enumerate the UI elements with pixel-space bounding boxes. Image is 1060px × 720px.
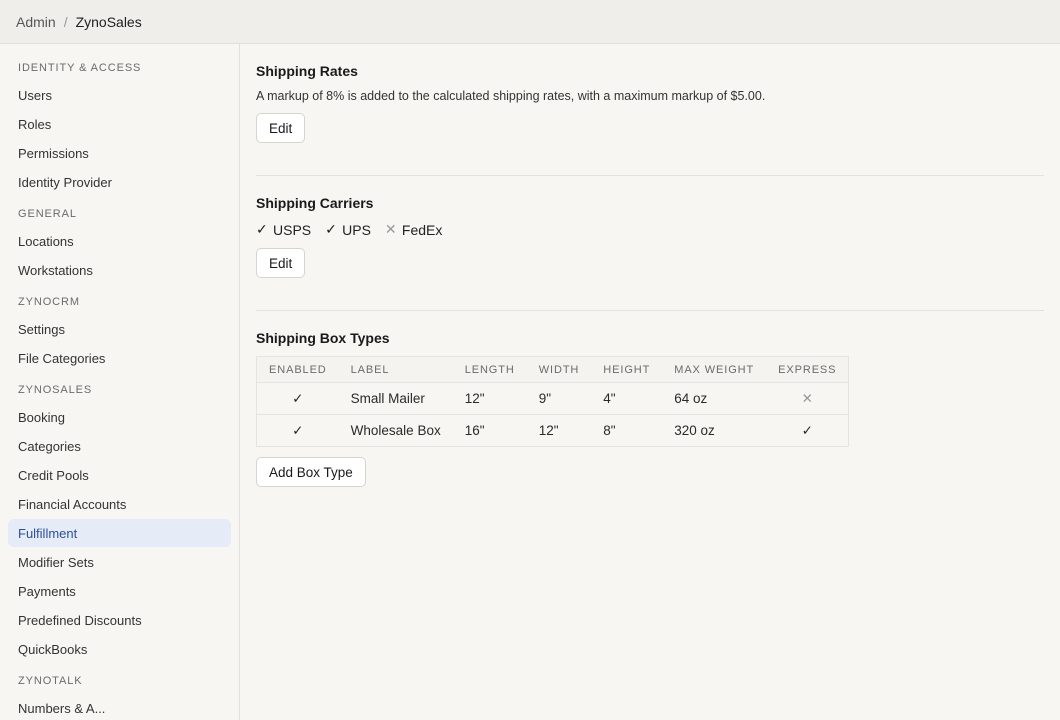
column-max-weight: MAX WEIGHT — [662, 356, 767, 383]
column-width: WIDTH — [526, 356, 592, 383]
x-icon: ✕ — [384, 221, 397, 237]
check-icon: ✓ — [325, 221, 337, 237]
sidebar-section-identity-access: IDENTITY & ACCESS — [18, 62, 142, 74]
column-length: LENGTH — [452, 356, 527, 383]
sidebar-item-modifier-sets[interactable]: Modifier Sets — [8, 548, 231, 576]
sidebar-item-file-categories[interactable]: File Categories — [8, 344, 231, 372]
carrier-ups: ✓ UPS — [325, 221, 371, 238]
sidebar-section-general: GENERAL — [18, 208, 77, 220]
box-types-table: ENABLED LABEL LENGTH WIDTH HEIGHT MAX WE… — [256, 356, 850, 447]
sidebar-item-identity-provider[interactable]: Identity Provider — [8, 168, 231, 196]
sidebar-item-booking[interactable]: Booking — [8, 403, 231, 431]
breadcrumb-current: ZynoSales — [75, 13, 142, 30]
carrier-list: ✓ USPS ✓ UPS ✕ FedEx — [256, 221, 1044, 238]
check-icon: ✓ — [292, 390, 304, 406]
shipping-rates-description: A markup of 8% is added to the calculate… — [256, 89, 766, 103]
shipping-rates-edit-button[interactable]: Edit — [256, 113, 306, 143]
carrier-usps: ✓ USPS — [256, 221, 311, 238]
sidebar-item-financial-accounts[interactable]: Financial Accounts — [8, 490, 231, 518]
carrier-name: UPS — [342, 221, 371, 238]
height-cell: 4" — [591, 382, 663, 415]
sidebar-section-zynosales: ZYNOSALES — [18, 384, 93, 396]
sidebar-item-quickbooks[interactable]: QuickBooks — [8, 635, 231, 663]
sidebar-item-permissions[interactable]: Permissions — [8, 139, 231, 167]
sidebar-section-zynotalk: ZYNOTALK — [18, 675, 83, 687]
shipping-carriers-edit-button[interactable]: Edit — [256, 248, 306, 278]
main-content: Shipping Rates A markup of 8% is added t… — [256, 44, 1044, 487]
sidebar-item-credit-pools[interactable]: Credit Pools — [8, 461, 231, 489]
express-cell: ✕ — [766, 382, 849, 415]
shipping-carriers-title: Shipping Carriers — [256, 195, 374, 211]
width-cell: 12" — [538, 423, 559, 438]
height-cell: 8" — [603, 423, 616, 438]
sidebar-item-locations[interactable]: Locations — [8, 227, 231, 255]
carrier-name: USPS — [273, 221, 312, 238]
column-label: LABEL — [338, 356, 453, 383]
sidebar-item-predefined-discounts[interactable]: Predefined Discounts — [8, 606, 231, 634]
table-row[interactable]: ✓ Wholesale Box 16" 12" 8" 320 oz ✓ — [257, 415, 849, 447]
x-icon: ✕ — [801, 390, 813, 406]
carrier-name: FedEx — [401, 221, 443, 238]
express-cell: ✓ — [766, 415, 849, 447]
check-icon: ✓ — [256, 221, 268, 237]
sidebar-item-payments[interactable]: Payments — [8, 577, 231, 605]
column-enabled: ENABLED — [256, 356, 339, 383]
shipping-box-types-title: Shipping Box Types — [256, 330, 390, 346]
breadcrumb-separator: / — [63, 13, 68, 30]
sidebar-item-fulfillment[interactable]: Fulfillment — [8, 519, 231, 547]
label-cell: Small Mailer — [338, 382, 453, 415]
check-icon: ✓ — [801, 422, 813, 438]
length-cell: 16" — [464, 423, 485, 438]
sidebar-item-categories[interactable]: Categories — [8, 432, 231, 460]
sidebar-item-roles[interactable]: Roles — [8, 110, 231, 138]
breadcrumb-admin[interactable]: Admin — [16, 14, 56, 30]
sidebar-item-numbers[interactable]: Numbers & A... — [8, 694, 231, 720]
length-cell: 12" — [452, 382, 527, 415]
breadcrumb: Admin / ZynoSales — [0, 0, 1060, 44]
enabled-cell: ✓ — [257, 415, 339, 447]
sidebar-item-workstations[interactable]: Workstations — [8, 256, 231, 284]
enabled-cell: ✓ — [256, 382, 339, 415]
table-header-row: ENABLED LABEL LENGTH WIDTH HEIGHT MAX WE… — [256, 356, 849, 383]
width-cell: 9" — [526, 382, 592, 415]
carrier-fedex: ✕ FedEx — [385, 221, 442, 238]
check-icon: ✓ — [292, 422, 304, 438]
sidebar: IDENTITY & ACCESS Users Roles Permission… — [0, 44, 240, 720]
max-weight-cell: 320 oz — [674, 423, 715, 438]
label-cell: Wholesale Box — [350, 423, 441, 438]
column-express: EXPRESS — [766, 356, 849, 383]
column-height: HEIGHT — [591, 356, 663, 383]
max-weight-cell: 64 oz — [662, 382, 767, 415]
sidebar-item-settings[interactable]: Settings — [8, 315, 231, 343]
sidebar-section-zynocrm: ZYNOCRM — [18, 296, 80, 308]
add-box-type-button[interactable]: Add Box Type — [256, 457, 366, 487]
shipping-rates-title: Shipping Rates — [256, 63, 358, 79]
sidebar-item-users[interactable]: Users — [8, 81, 231, 109]
table-row[interactable]: ✓ Small Mailer 12" 9" 4" 64 oz ✕ — [256, 382, 849, 415]
